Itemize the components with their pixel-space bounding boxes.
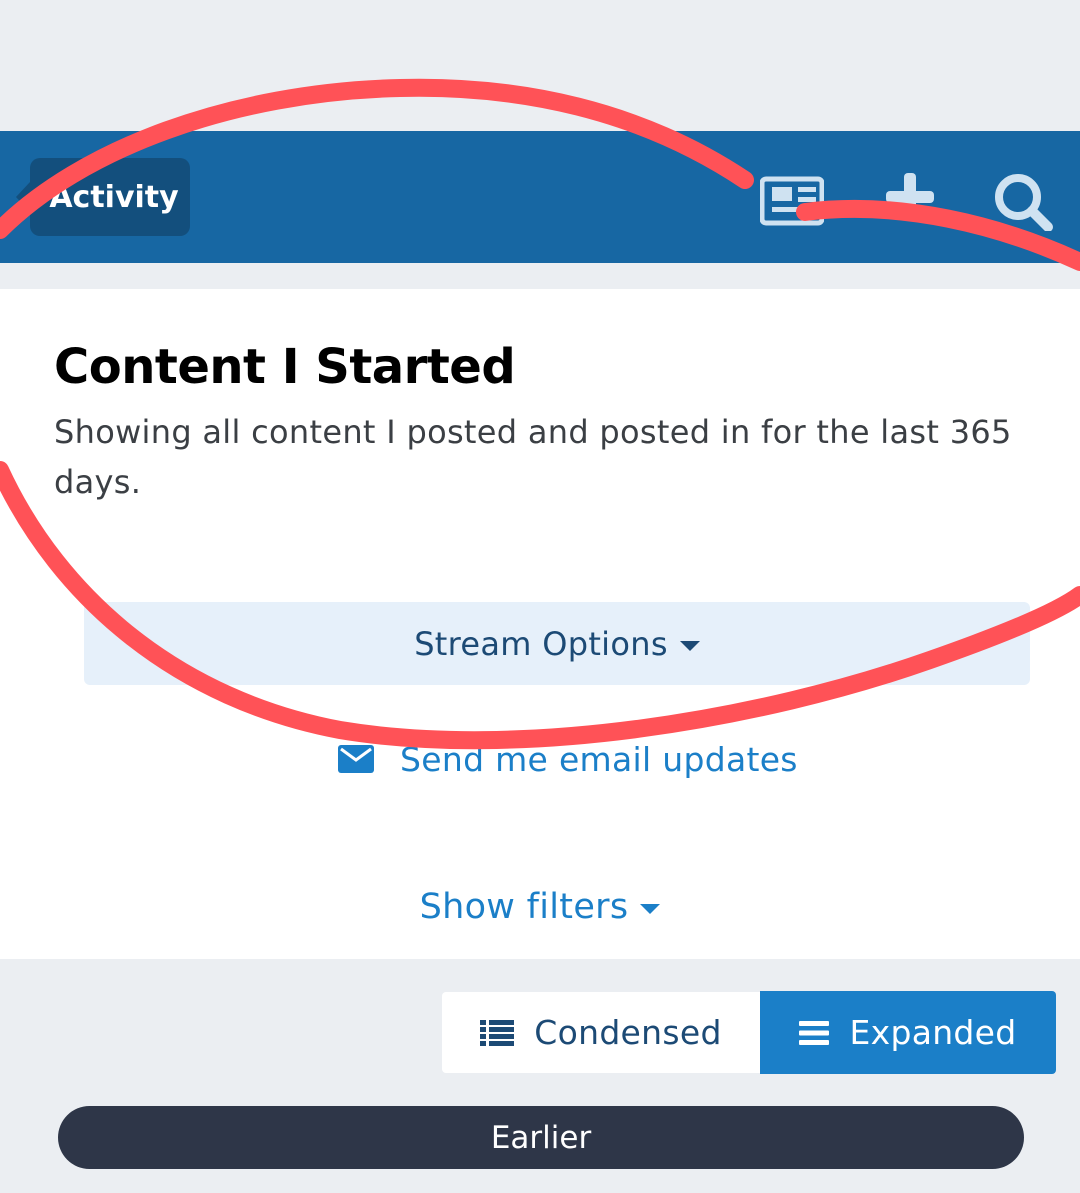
envelope-icon — [338, 745, 374, 773]
show-filters-link[interactable]: Show filters — [0, 885, 1080, 929]
condensed-label: Condensed — [534, 1013, 722, 1052]
view-mode-toggle: Condensed Expanded — [442, 991, 1056, 1074]
earlier-label: Earlier — [490, 1119, 592, 1156]
expanded-label: Expanded — [849, 1013, 1017, 1052]
page: Activity Content I Started Showing all c… — [0, 0, 1080, 1193]
caret-down-icon — [640, 904, 661, 914]
hamburger-icon — [799, 1020, 830, 1045]
email-updates-label: Send me email updates — [400, 739, 798, 779]
email-updates-link[interactable]: Send me email updates — [338, 737, 798, 781]
stream-panel: Content I Started Showing all content I … — [0, 289, 1080, 959]
stream-options-button[interactable]: Stream Options — [84, 602, 1030, 685]
list-icon — [480, 1019, 515, 1046]
header-bar: Activity — [0, 131, 1080, 263]
plus-icon[interactable] — [880, 171, 944, 227]
breadcrumb-back-button[interactable]: Activity — [16, 158, 190, 236]
page-description: Showing all content I posted and posted … — [54, 413, 1012, 501]
caret-down-icon — [679, 640, 700, 651]
show-filters-label: Show filters — [419, 887, 629, 927]
breadcrumb-label: Activity — [49, 179, 179, 215]
page-title: Content I Started — [54, 339, 516, 395]
condensed-view-button[interactable]: Condensed — [442, 992, 760, 1073]
stream-options-label: Stream Options — [414, 624, 668, 663]
expanded-view-button[interactable]: Expanded — [760, 991, 1056, 1074]
earlier-divider: Earlier — [58, 1106, 1024, 1169]
search-icon[interactable] — [992, 171, 1056, 232]
newspaper-icon[interactable] — [759, 171, 825, 227]
